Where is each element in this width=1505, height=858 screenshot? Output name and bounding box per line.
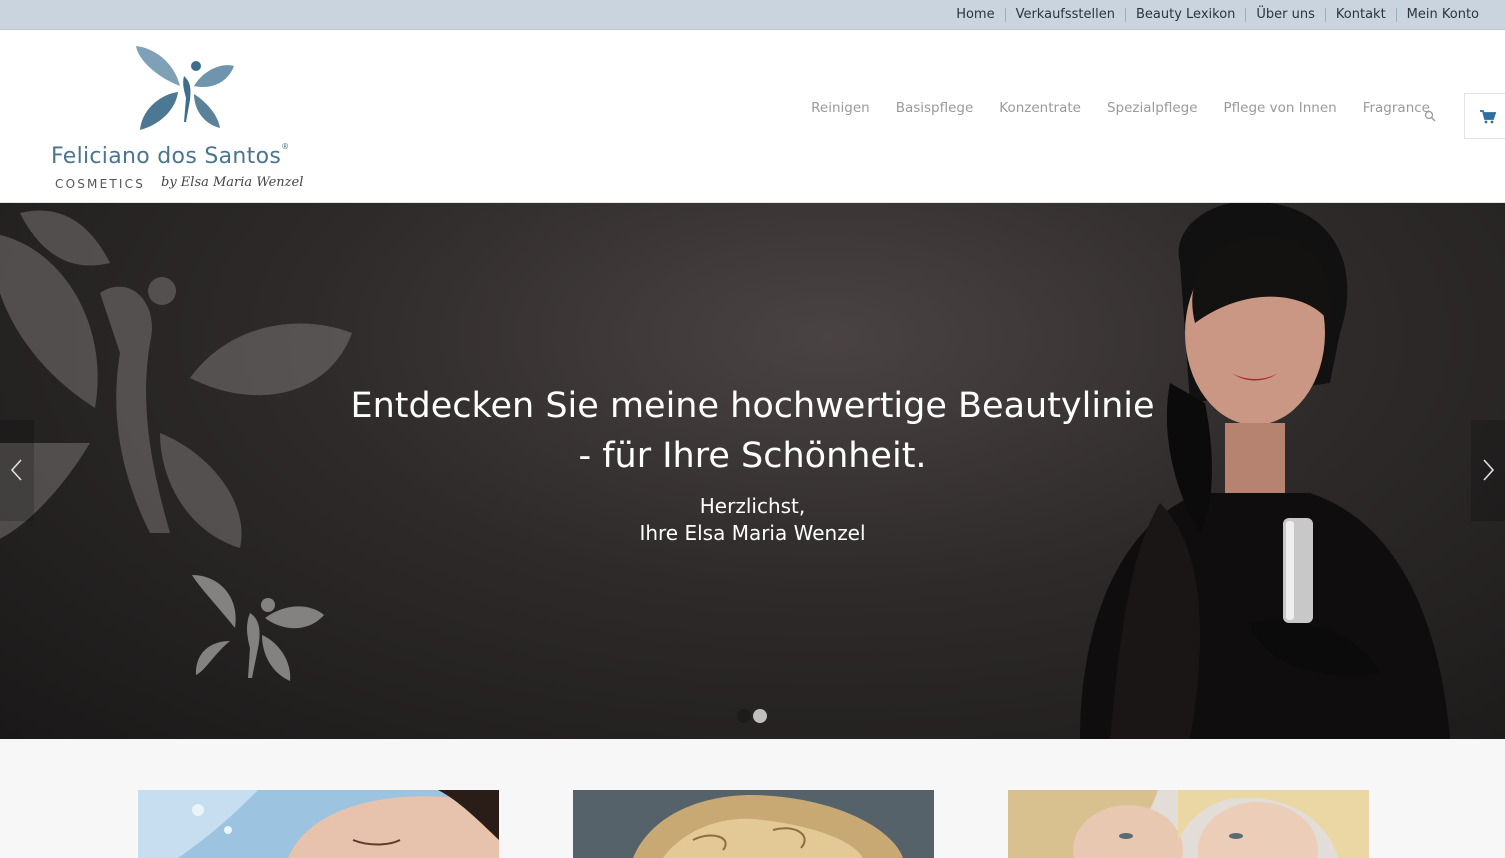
topnav-kontakt[interactable]: Kontakt <box>1324 8 1396 22</box>
nav-pflege-von-innen[interactable]: Pflege von Innen <box>1224 100 1337 116</box>
chevron-left-icon <box>10 459 22 481</box>
site-logo[interactable]: Feliciano dos Santos® COSMETICS by Elsa … <box>48 40 308 191</box>
top-bar: Home Verkaufsstellen Beauty Lexikon Über… <box>0 0 1505 30</box>
logo-cosmetics-text: COSMETICS <box>55 177 146 191</box>
tile-image-two-faces <box>1008 790 1369 858</box>
nav-reinigen[interactable]: Reinigen <box>811 100 870 116</box>
hero-slider: Entdecken Sie meine hochwertige Beautyli… <box>0 203 1505 739</box>
tile-image-water-face <box>138 790 499 858</box>
topnav-ueber-uns[interactable]: Über uns <box>1245 8 1325 22</box>
category-tile-3[interactable] <box>1008 790 1369 858</box>
logo-brand-text: Feliciano dos Santos® <box>51 142 290 169</box>
tile-image-curly-hair <box>573 790 934 858</box>
category-section <box>0 739 1505 858</box>
nav-fragrance[interactable]: Fragrance <box>1363 100 1430 116</box>
cart-button[interactable] <box>1464 93 1505 139</box>
hero-title-line-1: Entdecken Sie meine hochwertige Beautyli… <box>350 386 1155 426</box>
category-tile-2[interactable] <box>573 790 934 858</box>
nav-basispflege[interactable]: Basispflege <box>896 100 974 116</box>
topnav-home[interactable]: Home <box>946 8 1004 22</box>
hero-subtitle-line-1: Herzlichst, <box>699 494 806 518</box>
search-icon[interactable] <box>1424 110 1436 122</box>
topnav-verkaufsstellen[interactable]: Verkaufsstellen <box>1004 8 1125 22</box>
cart-icon <box>1480 110 1496 124</box>
hero-subtitle: Herzlichst, Ihre Elsa Maria Wenzel <box>500 493 1005 547</box>
slider-dot-1[interactable] <box>737 709 751 723</box>
nav-konzentrate[interactable]: Konzentrate <box>999 100 1081 116</box>
butterfly-logo-icon <box>136 46 234 130</box>
hero-title: Entdecken Sie meine hochwertige Beautyli… <box>300 381 1205 481</box>
hero-subtitle-line-2: Ihre Elsa Maria Wenzel <box>639 521 866 545</box>
site-header: Feliciano dos Santos® COSMETICS by Elsa … <box>0 30 1505 203</box>
slider-prev-button[interactable] <box>0 420 34 521</box>
slider-next-button[interactable] <box>1471 420 1505 521</box>
chevron-right-icon <box>1483 459 1495 481</box>
category-tile-1[interactable] <box>138 790 499 858</box>
nav-spezialpflege[interactable]: Spezialpflege <box>1107 100 1198 116</box>
slider-dot-2[interactable] <box>753 709 767 723</box>
logo-signature: by Elsa Maria Wenzel <box>161 175 304 190</box>
top-navigation: Home Verkaufsstellen Beauty Lexikon Über… <box>946 0 1489 30</box>
slider-pagination <box>737 709 769 723</box>
topnav-beauty-lexikon[interactable]: Beauty Lexikon <box>1125 8 1245 22</box>
hero-title-line-2: - für Ihre Schönheit. <box>578 436 927 476</box>
topnav-mein-konto[interactable]: Mein Konto <box>1395 8 1489 22</box>
main-navigation: Reinigen Basispflege Konzentrate Spezial… <box>785 100 1430 116</box>
